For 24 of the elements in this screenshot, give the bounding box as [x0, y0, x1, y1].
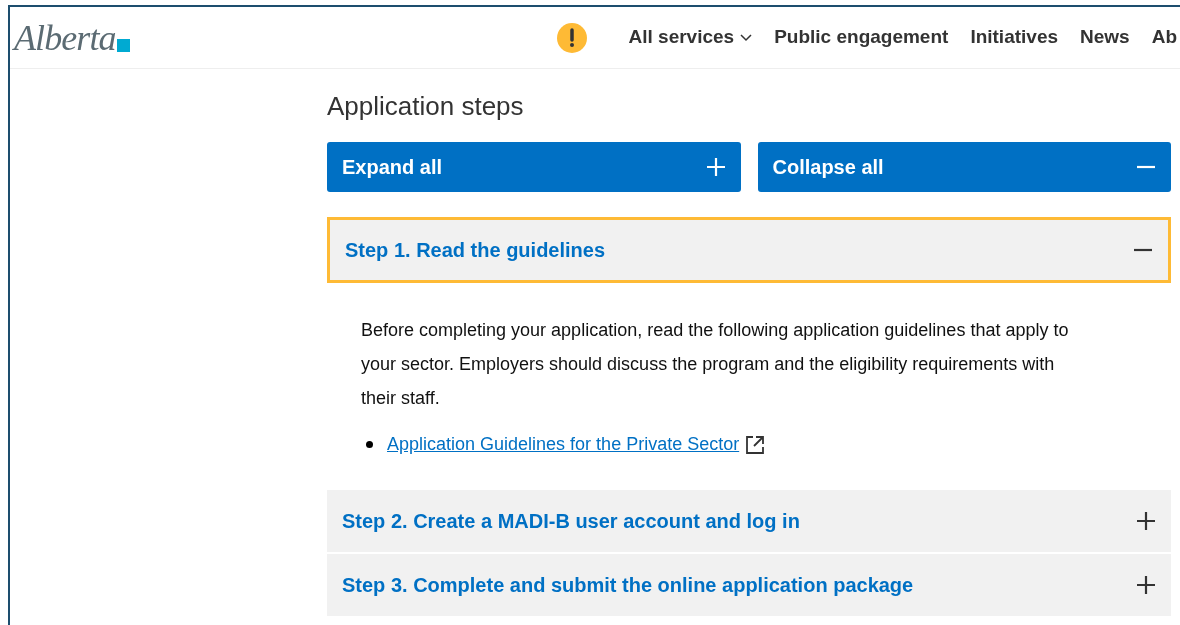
expand-all-button[interactable]: Expand all — [327, 142, 741, 192]
external-link-icon — [745, 434, 766, 455]
collapse-all-button[interactable]: Collapse all — [757, 142, 1171, 192]
logo-square-icon — [116, 38, 130, 52]
accordion-header[interactable]: Step 1. Read the guidelines — [327, 217, 1171, 283]
plus-icon — [1136, 511, 1156, 531]
nav-link[interactable]: News — [1080, 23, 1130, 52]
accordion-header[interactable]: Step 3. Complete and submit the online application package — [327, 554, 1171, 616]
plus-icon — [705, 157, 726, 177]
section-heading: Application steps — [327, 90, 525, 123]
accordion-header[interactable]: Step 2. Create a MADI-B user account and log in — [327, 490, 1171, 552]
site-logo[interactable]: Alberta — [14, 19, 116, 56]
alert-icon[interactable] — [556, 22, 587, 53]
step-description: Before completing your application, read the following application guidelines that apply to your sector. Employers should discuss the program and the eligibility requirements with their staff. — [361, 319, 1070, 410]
bullet-icon — [366, 441, 373, 448]
nav-link[interactable]: All services — [628, 23, 753, 52]
nav-link[interactable]: Public engagement — [774, 23, 949, 52]
minus-icon — [1136, 165, 1156, 169]
nav-link[interactable]: Ab — [1151, 23, 1177, 52]
plus-icon — [1136, 575, 1156, 595]
minus-icon — [1133, 248, 1153, 252]
guidelines-link[interactable]: Application Guidelines for the Private Sector — [387, 431, 740, 458]
nav-link[interactable]: Initiatives — [970, 23, 1059, 52]
chevron-down-icon — [740, 33, 753, 42]
